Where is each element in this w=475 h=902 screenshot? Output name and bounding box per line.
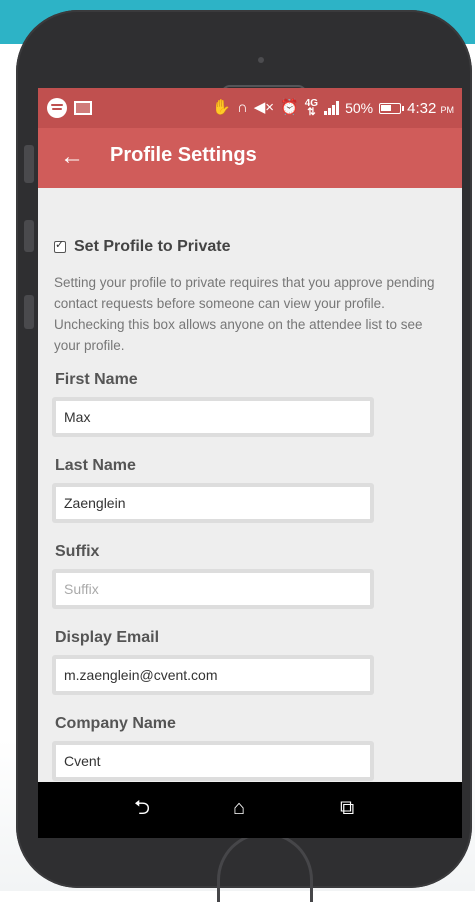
volume-down-button[interactable] xyxy=(24,220,34,252)
first-name-input[interactable] xyxy=(56,401,370,433)
front-camera xyxy=(258,57,264,63)
page-title: Profile Settings xyxy=(110,144,257,166)
company-name-label: Company Name xyxy=(55,715,176,732)
company-name-input[interactable] xyxy=(56,745,370,777)
battery-percent: 50% xyxy=(345,100,374,116)
signal-icon xyxy=(324,101,340,115)
message-icon xyxy=(74,101,92,115)
display-email-input[interactable] xyxy=(56,659,370,691)
status-bar: ✋ ∩ ◀× ⏰ 4G ⇅ 50% 4:32 PM xyxy=(38,88,462,128)
physical-home-button[interactable] xyxy=(217,832,313,902)
suffix-box xyxy=(52,569,374,609)
mute-icon: ◀× xyxy=(253,99,275,116)
profile-form: Set Profile to Private Setting your prof… xyxy=(38,188,462,782)
volume-up-button[interactable] xyxy=(24,145,34,183)
phone-screen: ✋ ∩ ◀× ⏰ 4G ⇅ 50% 4:32 PM ← Profile Setti… xyxy=(38,88,462,838)
last-name-input[interactable] xyxy=(56,487,370,519)
first-name-label: First Name xyxy=(55,371,138,388)
alarm-icon: ⏰ xyxy=(280,99,299,116)
first-name-box xyxy=(52,397,374,437)
hand-icon: ✋ xyxy=(212,99,231,116)
headphones-icon: ∩ xyxy=(236,99,248,116)
private-checkbox-row[interactable]: Set Profile to Private xyxy=(54,238,231,256)
nav-home-icon[interactable]: ⌂ xyxy=(233,796,245,820)
private-label: Set Profile to Private xyxy=(74,238,231,255)
suffix-label: Suffix xyxy=(55,543,100,560)
status-clock: 4:32 PM xyxy=(407,99,454,117)
battery-icon xyxy=(379,102,405,114)
private-checkbox[interactable] xyxy=(54,238,66,253)
spotify-icon xyxy=(47,98,67,118)
arrow-left-icon[interactable]: ← xyxy=(60,143,84,171)
company-name-box xyxy=(52,741,374,781)
android-nav-bar: ⮌ ⌂ ⧉ xyxy=(38,782,462,838)
display-email-label: Display Email xyxy=(55,629,160,646)
lte-icon: 4G ⇅ xyxy=(304,98,319,118)
nav-recents-icon[interactable]: ⧉ xyxy=(340,796,354,820)
nav-back-icon[interactable]: ⮌ xyxy=(134,796,150,820)
power-button[interactable] xyxy=(24,295,34,329)
app-bar: ← Profile Settings xyxy=(38,128,462,188)
private-description: Setting your profile to private requires… xyxy=(54,275,435,353)
last-name-box xyxy=(52,483,374,523)
suffix-input[interactable] xyxy=(56,573,370,605)
display-email-box xyxy=(52,655,374,695)
last-name-label: Last Name xyxy=(55,457,136,474)
